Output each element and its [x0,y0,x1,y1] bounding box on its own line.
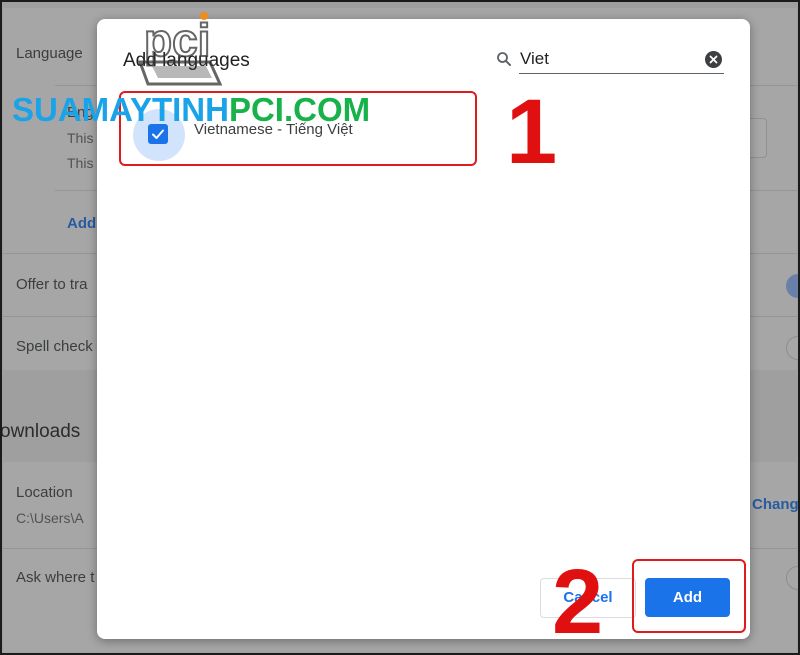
watermark-logo-text: pci [144,14,210,66]
highlight-add-button [632,559,746,633]
step-number-2: 2 [552,551,604,653]
watermark-text: SUAMAYTINHPCI.COM [12,92,370,128]
search-input[interactable] [519,45,724,74]
watermark-text-part-1: SUAMAYTINH [12,91,229,128]
watermark-logo: pci [137,12,223,86]
close-icon [709,55,718,64]
step-number-1: 1 [506,81,558,183]
clear-search-button[interactable] [705,51,722,68]
language-search [495,45,725,75]
search-icon [497,52,511,66]
watermark-text-part-2: PCI.COM [228,91,371,128]
